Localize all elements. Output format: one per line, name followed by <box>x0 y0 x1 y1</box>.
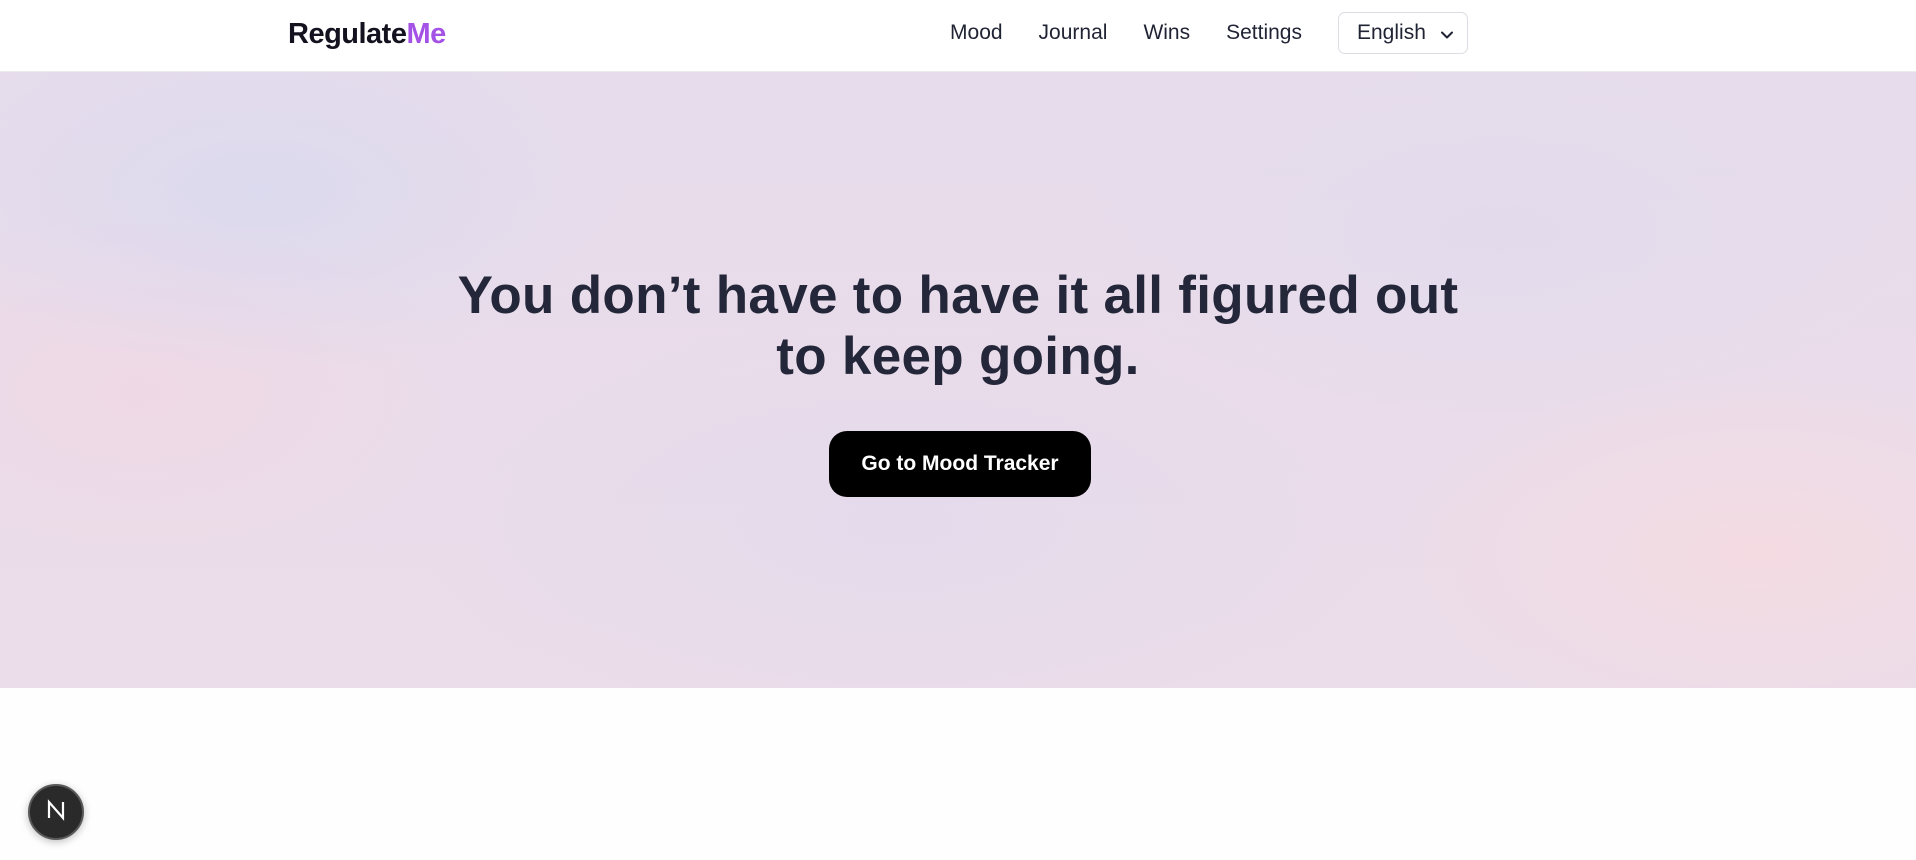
brand-logo[interactable]: RegulateMe <box>288 16 446 52</box>
hero-headline: You don’t have to have it all figured ou… <box>0 265 1916 387</box>
hero-headline-line1: You don’t have to have it all figured ou… <box>457 266 1459 325</box>
top-navbar: RegulateMe Mood Journal Wins Settings En… <box>0 0 1916 72</box>
go-to-mood-tracker-button[interactable]: Go to Mood Tracker <box>829 431 1091 497</box>
nav-links: Mood Journal Wins Settings English <box>950 12 1468 54</box>
nav-link-wins[interactable]: Wins <box>1143 12 1190 54</box>
language-select-value: English <box>1357 21 1426 44</box>
content-area <box>0 688 1916 860</box>
chevron-down-icon <box>1439 25 1455 41</box>
nextjs-logo-icon <box>43 797 69 828</box>
nav-link-settings[interactable]: Settings <box>1226 12 1302 54</box>
hero-headline-line2: to keep going. <box>776 327 1140 386</box>
hero-section: You don’t have to have it all figured ou… <box>0 72 1916 688</box>
nav-link-journal[interactable]: Journal <box>1039 12 1108 54</box>
brand-name-main: Regulate <box>288 18 407 50</box>
nextjs-dev-badge[interactable] <box>28 784 84 840</box>
brand-name-accent: Me <box>406 18 446 50</box>
language-select[interactable]: English <box>1338 12 1468 54</box>
nav-link-mood[interactable]: Mood <box>950 12 1003 54</box>
